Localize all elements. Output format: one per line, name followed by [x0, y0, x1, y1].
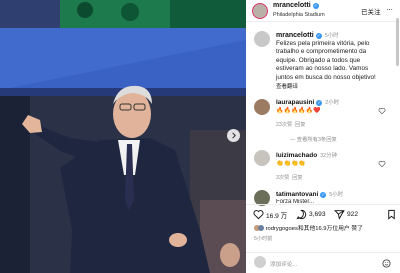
- more-options-icon[interactable]: ···: [386, 5, 393, 14]
- post-header: mrancelotti ✓ Philadelphia Stadium 已关注 ··…: [246, 0, 400, 22]
- comment-text: 🔥🔥🔥🔥🔥❤️: [276, 108, 321, 114]
- comment-username[interactable]: tatimantovani ✓ 5小时: [276, 190, 343, 198]
- caption-line: trabalho e comprometimento da: [276, 48, 367, 56]
- next-photo-button[interactable]: [227, 129, 240, 142]
- comment-meta: 3次赞 回复: [276, 174, 303, 181]
- comment-meta: 23次赞 回复: [276, 121, 305, 128]
- comment-username[interactable]: luizimachado 32分钟: [276, 151, 337, 159]
- liked-by-text: rodrygogoes和其他16.9万位用户 赞了: [265, 226, 363, 232]
- share-button[interactable]: 922: [334, 209, 358, 220]
- coach-photo: [0, 0, 246, 273]
- liker-avatar: [258, 225, 264, 231]
- chevron-right-icon: [232, 132, 236, 139]
- like-button[interactable]: 16.9 万: [253, 209, 287, 220]
- comments-scrollbar[interactable]: [396, 18, 399, 66]
- view-replies-label: 查看所有3条回复: [296, 137, 337, 143]
- author-username[interactable]: mrancelotti ✓: [273, 2, 319, 9]
- caption-text: Felizes pela primeira vitória, pelo trab…: [276, 40, 394, 82]
- verified-icon: ✓: [315, 33, 322, 39]
- add-comment-bar: 添加评论...: [246, 252, 400, 273]
- bookmark-icon: [388, 209, 395, 220]
- comment-time: 5小时: [329, 192, 344, 198]
- comment-likes: 23次赞: [276, 122, 293, 128]
- verified-icon: ✓: [312, 3, 319, 9]
- liked-by[interactable]: rodrygogoes和其他16.9万位用户 赞了: [254, 223, 363, 232]
- comment-count: 3,693: [309, 211, 326, 218]
- post-location[interactable]: Philadelphia Stadium: [273, 12, 325, 18]
- comment-username[interactable]: laurapausini ✓ 2小时: [276, 98, 339, 106]
- caption-username[interactable]: mrancelotti ✓ 5小时: [276, 31, 339, 39]
- reply-link[interactable]: 回复: [292, 175, 302, 181]
- send-icon: [334, 210, 345, 220]
- comment-avatar[interactable]: [254, 99, 270, 115]
- add-comment-input[interactable]: 添加评论...: [270, 260, 297, 268]
- caption-line: equipe. Obrigado a todos que: [276, 56, 361, 64]
- author-avatar[interactable]: [252, 3, 268, 19]
- caption-avatar[interactable]: [254, 31, 270, 47]
- view-replies-link[interactable]: — 查看所有3条回复: [290, 135, 337, 143]
- reply-link[interactable]: 回复: [295, 122, 305, 128]
- comment-text: 👏👏👏👏: [276, 161, 306, 167]
- comment-time: 32分钟: [320, 153, 337, 159]
- comment-icon: [296, 209, 307, 220]
- verified-icon: ✓: [320, 192, 327, 198]
- verified-icon: ✓: [316, 100, 323, 106]
- comment-time: 2小时: [325, 100, 340, 106]
- post-side-panel: mrancelotti ✓ Philadelphia Stadium 已关注 ··…: [246, 0, 400, 273]
- following-button[interactable]: 已关注: [361, 6, 381, 16]
- heart-icon: [253, 210, 264, 220]
- my-avatar: [254, 256, 266, 268]
- comment-likes: 3次赞: [276, 175, 290, 181]
- see-translation-link[interactable]: 查看翻译: [276, 82, 298, 90]
- emoji-icon[interactable]: [382, 259, 391, 268]
- like-count: 16.9 万: [266, 212, 288, 220]
- comment-like-heart-icon[interactable]: [378, 160, 386, 168]
- save-button[interactable]: [386, 209, 397, 220]
- caption-line: juntos em busca do nosso objetivo!: [276, 73, 376, 81]
- caption-line: Felizes pela primeira vitória, pelo: [276, 40, 370, 47]
- share-count: 922: [347, 211, 359, 218]
- post-actions-bar: 16.9 万 3,693 922: [246, 204, 400, 222]
- post-photo: [0, 0, 246, 273]
- comment-button[interactable]: 3,693: [296, 209, 326, 220]
- caption-line: estiveram ao nosso lado. Vamos: [276, 65, 369, 73]
- comment-avatar[interactable]: [254, 150, 270, 166]
- post-age: 5小时前: [254, 236, 273, 242]
- caption-time: 5小时: [324, 33, 339, 39]
- comment-like-heart-icon[interactable]: [378, 107, 386, 115]
